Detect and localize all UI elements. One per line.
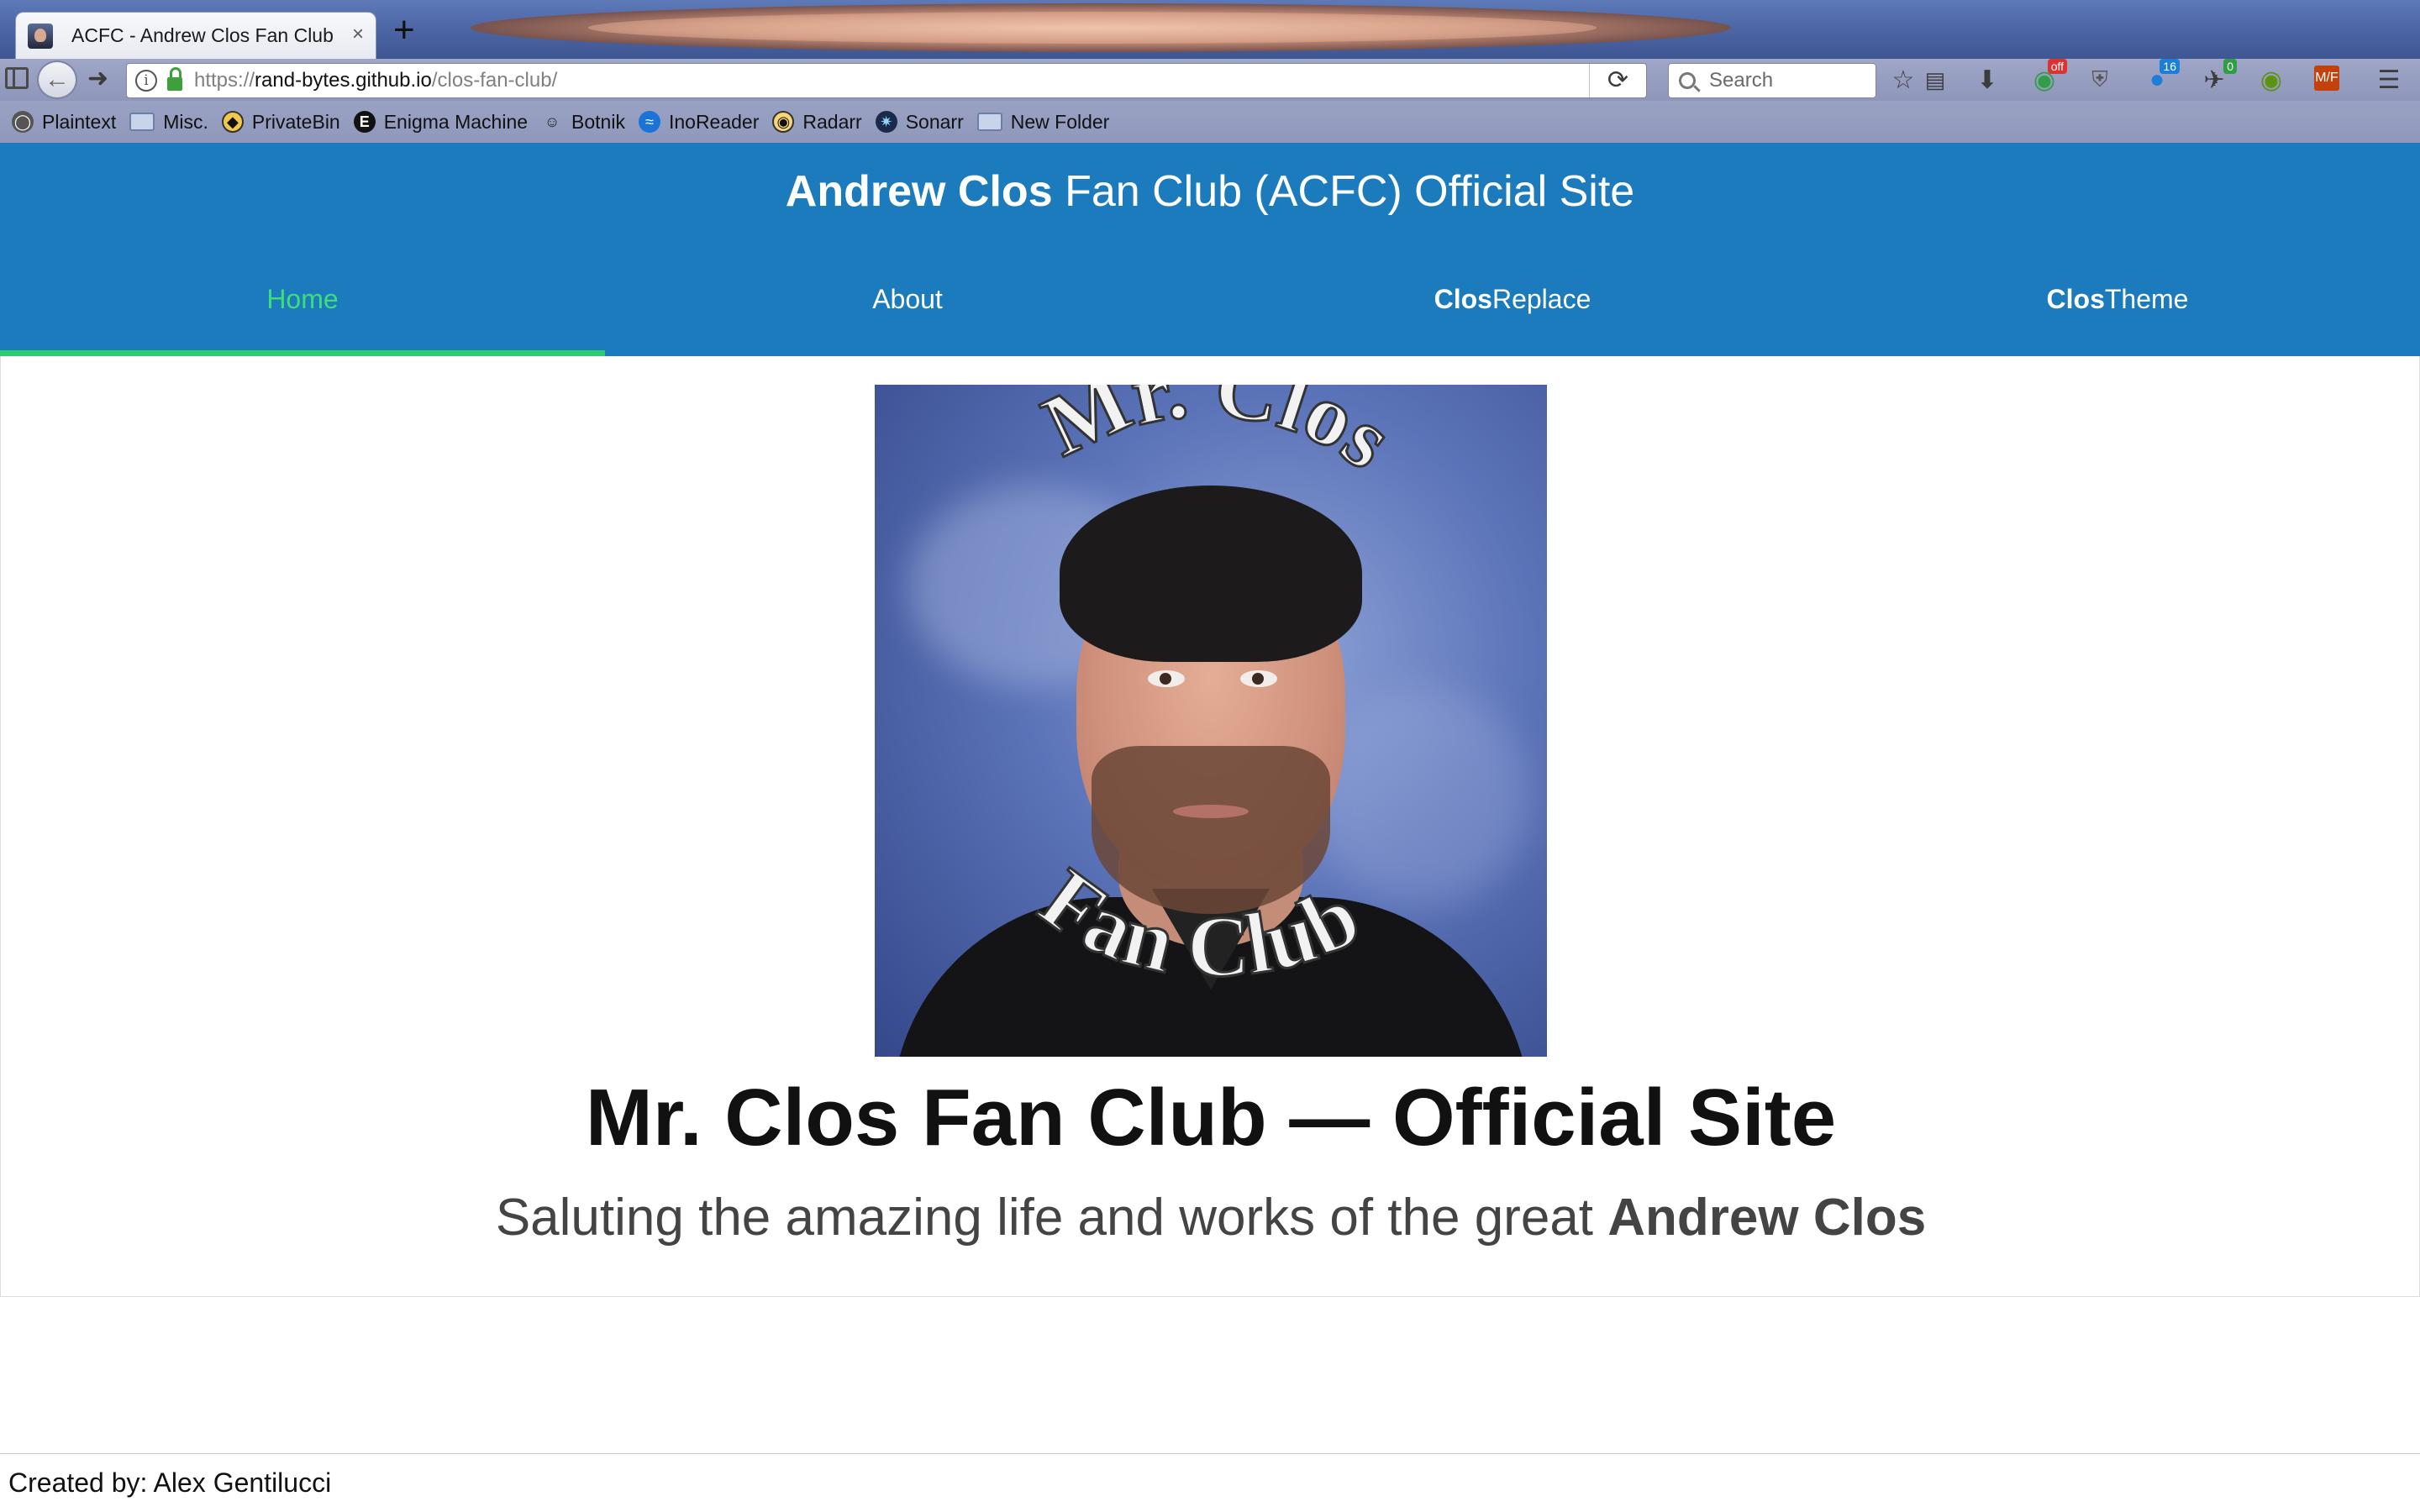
url-bar[interactable]: i https://rand-bytes.github.io/clos-fan-… [126,63,1647,98]
photo-arc-bottom-path: Fan Club [1022,849,1375,997]
hero-subtitle: Saluting the amazing life and works of t… [1,1188,2420,1247]
browser-chrome: ACFC - Andrew Clos Fan Club × + ← ➜ i ht… [0,0,2420,143]
new-tab-button[interactable]: + [393,12,415,49]
nav-clostheme[interactable]: ClosTheme [1815,276,2420,356]
botnik-icon: ☺ [544,113,560,130]
nav-label: Home [266,284,339,314]
counter-extension-icon[interactable]: ● 16 [2143,59,2180,94]
globe-icon: ◯ [12,111,34,133]
bookmark-label: Enigma Machine [383,110,529,133]
bookmark-label: InoReader [668,110,760,133]
forward-button[interactable]: ➜ [87,64,108,93]
bookmark-label: Misc. [163,110,208,133]
bookmark-label: PrivateBin [251,110,340,133]
photo-arc-text: Mr. Clos Fan Club [1022,385,1412,997]
tab-favicon-icon [28,23,53,49]
bookmark-folder[interactable]: Misc. [129,111,208,134]
photo-arc-top-text: Mr. Clos [1029,385,1411,488]
radarr-icon: ◉ [772,111,795,133]
url-host: rand-bytes.github.io [255,69,432,92]
mf-extension-icon[interactable]: M/F [2314,66,2339,91]
bookmark-label: Radarr [802,110,862,133]
extension-badge-16: 16 [2160,59,2180,74]
site-nav: Home About ClosReplace ClosTheme [0,276,2420,356]
ublock-icon[interactable]: ⛨ [2086,66,2114,94]
nav-about[interactable]: About [605,276,1210,356]
bookmark-star-icon[interactable]: ☆ [1889,66,1918,94]
bookmark-item[interactable]: ◯ Plaintext [12,111,116,134]
lock-icon [167,67,182,91]
nav-label: About [872,284,943,314]
browser-theme-highlight [588,12,1597,44]
nav-label: Replace [1491,284,1591,314]
reading-list-icon[interactable]: ▤ [1921,66,1949,94]
grammarly-extension-icon[interactable]: ◉ off [2030,59,2067,94]
site-title: Andrew Clos Fan Club (ACFC) Official Sit… [0,166,2420,217]
bookmark-label: Sonarr [905,110,964,133]
search-placeholder: Search [1709,69,1774,92]
bookmark-label: New Folder [1010,110,1110,133]
puzzle-extension-icon[interactable]: ✈ 0 [2200,59,2237,94]
nav-label: Theme [2104,284,2189,314]
bookmark-folder[interactable]: New Folder [976,110,1110,134]
content-card: Mr. Clos Fan Club Mr. Clos Fan Club — Of… [0,356,2420,1297]
reload-button[interactable]: ⟳ [1589,64,1646,97]
hero-heading: Mr. Clos Fan Club — Official Site [1,1072,2420,1164]
search-bar[interactable]: Search [1668,63,1876,98]
site-title-rest: Fan Club (ACFC) Official Site [1052,167,1635,216]
hero-portrait-image: Mr. Clos Fan Club [875,385,1547,1057]
downloads-icon[interactable]: ⬇ [1973,66,2002,94]
shield-extension-icon[interactable]: ◉ [2257,66,2286,94]
bookmark-item[interactable]: ☺ Botnik [541,111,625,134]
bookmark-label: Plaintext [42,110,117,133]
url-path: /clos-fan-club/ [431,69,558,92]
bookmark-item[interactable]: E Enigma Machine [353,110,529,134]
navigation-toolbar: ← ➜ i https://rand-bytes.github.io/clos-… [0,59,2420,101]
nav-home[interactable]: Home [0,276,605,356]
info-icon[interactable]: i [135,70,157,92]
hamburger-menu-icon[interactable]: ☰ [2375,66,2403,94]
inoreader-icon: ≈ [638,111,660,133]
sonarr-icon: ✷ [875,111,897,133]
footer: Created by: Alex Gentilucci [0,1453,2420,1512]
search-icon [1679,72,1696,89]
site-title-bold: Andrew Clos [785,167,1053,216]
sidebar-toggle-icon[interactable] [5,67,29,89]
bookmarks-toolbar: ◯ Plaintext Misc. ◆ PrivateBin E Enigma … [0,101,2420,143]
extension-badge-off: off [2047,59,2067,74]
folder-icon [976,113,1002,131]
web-page: Andrew Clos Fan Club (ACFC) Official Sit… [0,143,2420,1512]
bookmark-label: Botnik [571,110,625,133]
hero-heading-rest: Fan Club — Official Site [899,1073,1837,1163]
back-button[interactable]: ← [37,60,77,99]
bookmark-item[interactable]: ≈ InoReader [638,110,760,134]
bookmark-item[interactable]: ◉ Radarr [772,110,862,134]
url-text[interactable]: https://rand-bytes.github.io/clos-fan-cl… [194,69,557,92]
tab-strip: ACFC - Andrew Clos Fan Club × + [0,0,2420,59]
hero-subtitle-bold: Andrew Clos [1607,1189,1927,1247]
folder-icon [129,113,155,131]
bookmark-item[interactable]: ◆ PrivateBin [221,110,340,134]
hero-heading-bold: Mr. Clos [585,1073,900,1163]
browser-tab-active[interactable]: ACFC - Andrew Clos Fan Club × [15,12,376,59]
hero-subtitle-rest: Saluting the amazing life and works of t… [495,1189,1608,1247]
photo-arc-bottom-text: Fan Club [1023,850,1374,995]
photo-arc-top-path: Mr. Clos [1028,385,1412,489]
tab-title: ACFC - Andrew Clos Fan Club [71,24,334,46]
nav-closreplace[interactable]: ClosReplace [1210,276,1815,356]
footer-credit: Created by: Alex Gentilucci [8,1467,332,1498]
nav-label-bold: Clos [2046,284,2105,314]
privatebin-icon: ◆ [221,111,244,133]
enigma-icon: E [353,111,376,133]
extension-badge-0: 0 [2223,59,2237,74]
bookmark-item[interactable]: ✷ Sonarr [875,110,964,134]
nav-label-bold: Clos [1434,284,1492,314]
site-header: Andrew Clos Fan Club (ACFC) Official Sit… [0,143,2420,356]
url-prefix: https:// [194,69,255,92]
tab-close-icon[interactable]: × [352,23,364,46]
